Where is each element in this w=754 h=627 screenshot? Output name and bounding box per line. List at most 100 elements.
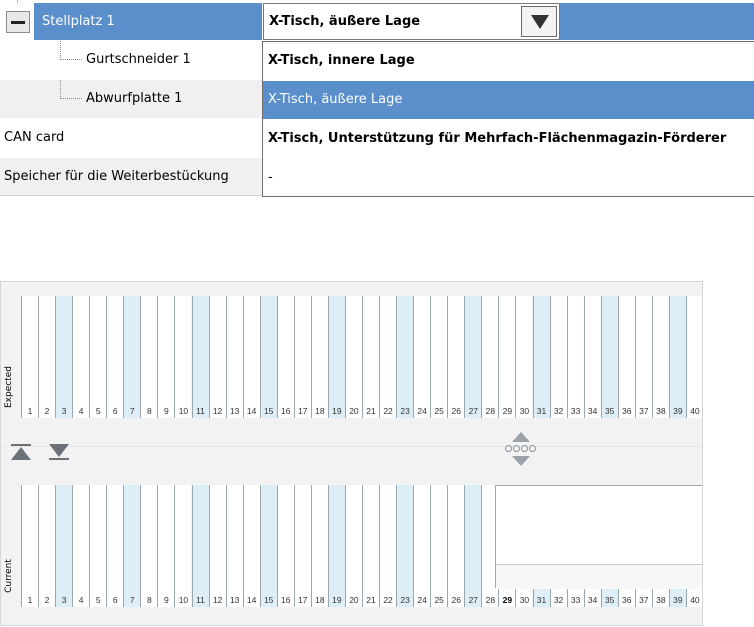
current-slot[interactable]: 3 xyxy=(55,485,73,607)
expected-slot[interactable]: 16 xyxy=(276,296,294,418)
expected-slot[interactable]: 24 xyxy=(413,296,431,418)
current-slot[interactable]: 14 xyxy=(242,485,260,607)
slot-number: 28 xyxy=(485,406,496,416)
current-slot[interactable]: 26 xyxy=(447,485,465,607)
dropdown-option-aeussere-lage[interactable]: X-Tisch, äußere Lage xyxy=(263,81,754,119)
expected-slot[interactable]: 40 xyxy=(685,296,702,418)
expected-slot[interactable]: 25 xyxy=(430,296,448,418)
current-slot[interactable]: 17 xyxy=(293,485,311,607)
expected-slot[interactable]: 31 xyxy=(532,296,550,418)
expected-slot[interactable]: 6 xyxy=(106,296,124,418)
expected-slot[interactable]: 17 xyxy=(293,296,311,418)
expected-slot[interactable]: 34 xyxy=(583,296,601,418)
slot-number: 38 xyxy=(656,595,666,605)
current-slot[interactable]: 15 xyxy=(259,485,277,607)
slot-number: 22 xyxy=(383,406,393,416)
slot-number: 14 xyxy=(246,595,257,605)
expected-label: Expected xyxy=(4,366,14,408)
current-slot[interactable]: 27 xyxy=(464,485,482,607)
current-label: Current xyxy=(4,559,14,593)
expected-slot[interactable]: 27 xyxy=(464,296,482,418)
expected-slot[interactable]: 22 xyxy=(379,296,397,418)
expected-slot[interactable]: 11 xyxy=(191,296,209,418)
slot-number: 1 xyxy=(27,595,33,605)
slot-number: 22 xyxy=(383,595,393,605)
triangle-down-icon[interactable] xyxy=(521,6,557,37)
expected-slot[interactable]: 21 xyxy=(362,296,379,418)
current-slot[interactable]: 9 xyxy=(157,485,175,607)
expected-slot[interactable]: 38 xyxy=(651,296,669,418)
slot-number: 21 xyxy=(366,595,376,605)
expected-slot[interactable]: 19 xyxy=(327,296,345,418)
slot-number: 8 xyxy=(146,595,152,605)
slot-number: 29 xyxy=(502,406,513,416)
current-slot[interactable]: 24 xyxy=(413,485,431,607)
expected-slot[interactable]: 5 xyxy=(89,296,107,418)
expected-slot[interactable]: 36 xyxy=(617,296,635,418)
dropdown-option-innere-lage[interactable]: X-Tisch, innere Lage xyxy=(263,42,754,80)
expected-slot[interactable]: 13 xyxy=(225,296,243,418)
expected-slot[interactable]: 32 xyxy=(549,296,567,418)
slot-number: 6 xyxy=(112,406,118,416)
current-slot[interactable]: 16 xyxy=(276,485,294,607)
dropdown-option-none[interactable]: - xyxy=(263,159,754,197)
slot-number: 33 xyxy=(570,595,581,605)
expected-slot[interactable]: 9 xyxy=(157,296,175,418)
expected-slot[interactable]: 1 xyxy=(21,296,38,418)
current-slot[interactable]: 20 xyxy=(344,485,362,607)
current-slot[interactable]: 19 xyxy=(327,485,345,607)
can-card-label: CAN card xyxy=(4,130,65,145)
current-slot[interactable]: 4 xyxy=(72,485,90,607)
expected-slot-strip: Expected 1 2 3 4 5 6 7 8 9 10 11 12 13 14 15 16 17 18 19 20… xyxy=(1,296,702,418)
current-slot[interactable]: 2 xyxy=(38,485,56,607)
expected-slot[interactable]: 3 xyxy=(55,296,73,418)
slot-number: 14 xyxy=(246,406,257,416)
current-slot[interactable]: 23 xyxy=(396,485,414,607)
move-to-top-icon[interactable] xyxy=(11,444,33,462)
expected-slot[interactable]: 18 xyxy=(310,296,328,418)
expected-slot[interactable]: 30 xyxy=(515,296,533,418)
current-slot[interactable]: 11 xyxy=(191,485,209,607)
current-slot[interactable]: 22 xyxy=(379,485,397,607)
current-slot[interactable]: 25 xyxy=(430,485,448,607)
move-to-bottom-icon[interactable] xyxy=(49,444,71,462)
expected-slot[interactable]: 8 xyxy=(140,296,158,418)
current-slot[interactable]: 6 xyxy=(106,485,124,607)
dropdown-option-mehrfach-foerderer[interactable]: X-Tisch, Unterstützung für Mehrfach-Fläc… xyxy=(263,120,754,158)
tree-connector xyxy=(60,98,82,99)
expected-slot[interactable]: 20 xyxy=(344,296,362,418)
minus-icon[interactable] xyxy=(6,11,30,33)
expected-slot[interactable]: 4 xyxy=(72,296,90,418)
expected-slot[interactable]: 26 xyxy=(447,296,465,418)
current-slot[interactable]: 21 xyxy=(362,485,379,607)
slot-number: 39 xyxy=(673,595,683,605)
current-slot[interactable]: 18 xyxy=(310,485,328,607)
expected-slot[interactable]: 33 xyxy=(566,296,584,418)
slot-number: 17 xyxy=(298,406,308,416)
expected-slot[interactable]: 28 xyxy=(481,296,499,418)
expected-slot[interactable]: 12 xyxy=(208,296,226,418)
property-tree: Stellplatz 1 Gurtschneider 1 Abwurfplatt… xyxy=(0,0,754,200)
stellplatz-combobox[interactable]: X-Tisch, äußere Lage xyxy=(263,3,560,40)
current-slot[interactable]: 10 xyxy=(174,485,192,607)
expected-slot[interactable]: 15 xyxy=(259,296,277,418)
expected-slot[interactable]: 35 xyxy=(600,296,618,418)
current-slot[interactable]: 7 xyxy=(123,485,141,607)
current-slot[interactable]: 8 xyxy=(140,485,158,607)
current-slot[interactable]: 5 xyxy=(89,485,107,607)
expected-slot[interactable]: 29 xyxy=(498,296,516,418)
current-slot[interactable]: 12 xyxy=(208,485,226,607)
slot-number: 39 xyxy=(673,406,683,416)
expected-slot[interactable]: 2 xyxy=(38,296,56,418)
expected-slot[interactable]: 23 xyxy=(396,296,414,418)
expected-slot[interactable]: 14 xyxy=(242,296,260,418)
slot-number: 12 xyxy=(212,406,223,416)
expected-slot[interactable]: 39 xyxy=(668,296,686,418)
current-slot[interactable]: 13 xyxy=(225,485,243,607)
expected-slot[interactable]: 10 xyxy=(174,296,192,418)
splitter-grip-icon[interactable] xyxy=(504,432,540,468)
expected-slot[interactable]: 7 xyxy=(123,296,141,418)
expected-slot[interactable]: 37 xyxy=(634,296,652,418)
current-slot[interactable]: 1 xyxy=(21,485,38,607)
expected-axis-label: Expected xyxy=(1,296,17,418)
